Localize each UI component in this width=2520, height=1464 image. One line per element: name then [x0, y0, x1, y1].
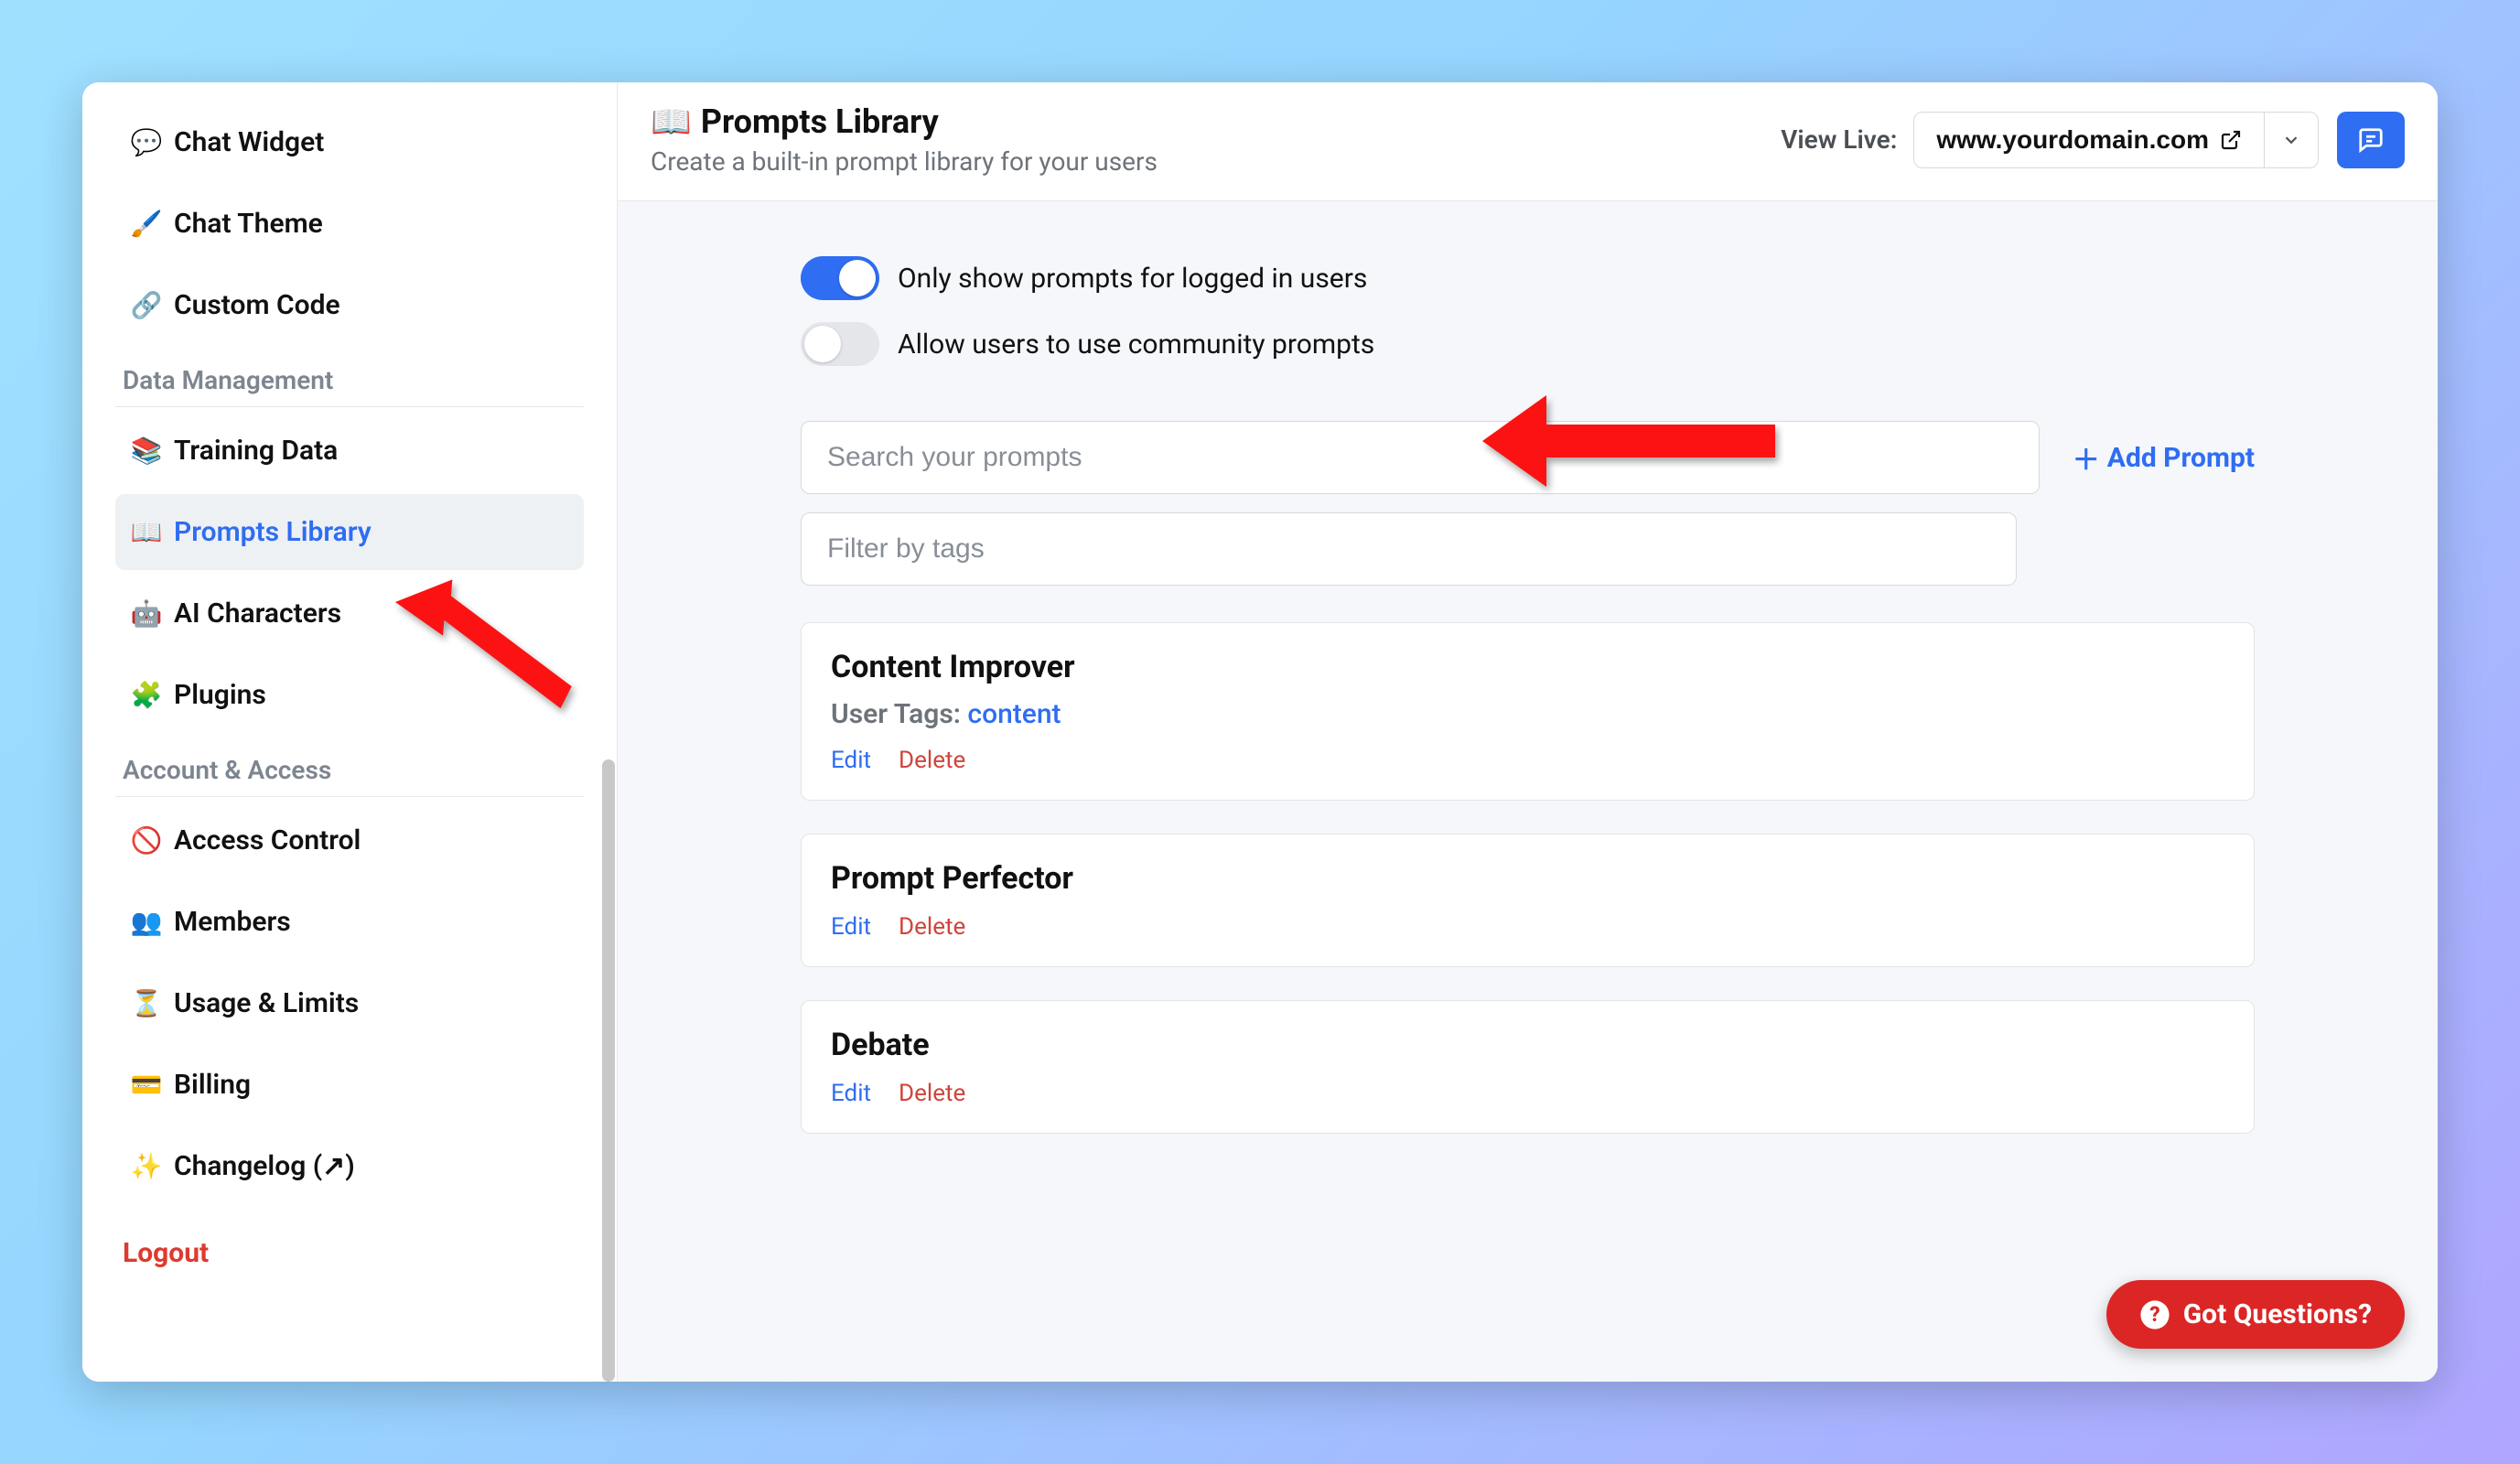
user-tag[interactable]: content	[967, 698, 1061, 730]
edit-button[interactable]: Edit	[831, 1080, 871, 1107]
toggle-only-logged-in[interactable]	[801, 256, 879, 300]
domain-text: www.yourdomain.com	[1936, 125, 2209, 155]
tags-filter-input[interactable]	[801, 512, 2017, 586]
add-prompt-button[interactable]: ＋ Add Prompt	[2073, 437, 2255, 478]
changelog-icon: ✨	[130, 1151, 163, 1181]
got-questions-label: Got Questions?	[2183, 1298, 2372, 1330]
prompts-library-icon: 📖	[130, 517, 163, 547]
card-actions: Edit Delete	[831, 913, 2224, 941]
sidebar-item-access-control[interactable]: 🚫 Access Control	[115, 802, 584, 878]
toggle-knob	[839, 260, 876, 296]
toggle-only-logged-in-row: Only show prompts for logged in users	[801, 256, 2255, 300]
topbar: 📖 Prompts Library Create a built-in prom…	[618, 82, 2438, 201]
prompt-card: Content Improver User Tags: content Edit…	[801, 622, 2255, 801]
sidebar-item-label: Access Control	[174, 824, 361, 856]
section-account-access: Account & Access	[115, 733, 584, 797]
chat-widget-icon: 💬	[130, 127, 163, 157]
custom-code-icon: 🔗	[130, 290, 163, 320]
sidebar-item-ai-characters[interactable]: 🤖 AI Characters	[115, 576, 584, 651]
sidebar-item-label: Custom Code	[174, 289, 340, 321]
view-live-domain-button[interactable]: www.yourdomain.com	[1913, 112, 2265, 168]
chat-icon	[2357, 126, 2385, 154]
main: 📖 Prompts Library Create a built-in prom…	[617, 82, 2438, 1382]
plus-icon: ＋	[2073, 437, 2100, 478]
app-window: 💬 Chat Widget 🖌️ Chat Theme 🔗 Custom Cod…	[82, 82, 2438, 1382]
domain-dropdown-button[interactable]	[2265, 112, 2319, 168]
sidebar-item-label: Training Data	[174, 435, 338, 467]
access-control-icon: 🚫	[130, 825, 163, 856]
sidebar-item-custom-code[interactable]: 🔗 Custom Code	[115, 267, 584, 343]
chat-theme-icon: 🖌️	[130, 209, 163, 239]
sidebar-item-label: Chat Theme	[174, 208, 323, 240]
page-title-icon: 📖	[651, 102, 692, 141]
chevron-down-icon	[2281, 130, 2301, 150]
user-tags-label: User Tags:	[831, 698, 961, 730]
user-tags-line: User Tags: content	[831, 698, 2224, 730]
card-actions: Edit Delete	[831, 1080, 2224, 1107]
sidebar-item-usage-limits[interactable]: ⏳ Usage & Limits	[115, 965, 584, 1041]
sidebar-item-label: Members	[174, 906, 291, 938]
chat-button[interactable]	[2337, 112, 2405, 168]
usage-limits-icon: ⏳	[130, 988, 163, 1018]
sidebar-item-billing[interactable]: 💳 Billing	[115, 1047, 584, 1123]
sidebar-item-label: Chat Widget	[174, 126, 324, 158]
page-title: 📖 Prompts Library	[651, 102, 1158, 141]
prompt-card: Prompt Perfector Edit Delete	[801, 834, 2255, 967]
delete-button[interactable]: Delete	[899, 913, 965, 941]
toggle-community-label: Allow users to use community prompts	[898, 328, 1374, 361]
sidebar-item-chat-widget[interactable]: 💬 Chat Widget	[115, 104, 584, 180]
prompt-card: Debate Edit Delete	[801, 1000, 2255, 1134]
sidebar-item-plugins[interactable]: 🧩 Plugins	[115, 657, 584, 733]
sidebar-item-label: Plugins	[174, 679, 266, 711]
search-input[interactable]	[801, 421, 2040, 494]
sidebar-item-chat-theme[interactable]: 🖌️ Chat Theme	[115, 186, 584, 262]
help-icon: ?	[2139, 1299, 2170, 1330]
page-subtitle: Create a built-in prompt library for you…	[651, 146, 1158, 177]
edit-button[interactable]: Edit	[831, 913, 871, 941]
search-row: ＋ Add Prompt	[801, 421, 2255, 494]
svg-text:?: ?	[2149, 1302, 2159, 1327]
sidebar-item-changelog[interactable]: ✨ Changelog (↗)	[115, 1128, 584, 1204]
sidebar-item-label: Billing	[174, 1069, 251, 1101]
prompt-title: Content Improver	[831, 649, 2224, 685]
sidebar-scrollbar-thumb[interactable]	[602, 759, 615, 1382]
toggle-community-row: Allow users to use community prompts	[801, 322, 2255, 366]
content: Only show prompts for logged in users Al…	[618, 201, 2438, 1382]
card-actions: Edit Delete	[831, 747, 2224, 774]
view-live-label: View Live:	[1781, 124, 1897, 155]
prompt-title: Prompt Perfector	[831, 860, 2224, 897]
sidebar: 💬 Chat Widget 🖌️ Chat Theme 🔗 Custom Cod…	[82, 82, 617, 1382]
ai-characters-icon: 🤖	[130, 598, 163, 629]
add-prompt-label: Add Prompt	[2107, 442, 2255, 474]
logout-button[interactable]: Logout	[115, 1215, 584, 1291]
toggle-knob	[804, 326, 841, 362]
plugins-icon: 🧩	[130, 680, 163, 710]
sidebar-item-label: Usage & Limits	[174, 987, 359, 1019]
sidebar-item-training-data[interactable]: 📚 Training Data	[115, 413, 584, 489]
page-title-text: Prompts Library	[701, 102, 939, 141]
tags-filter-row	[801, 512, 2255, 586]
sidebar-scrollbar[interactable]	[600, 82, 617, 1382]
sidebar-item-prompts-library[interactable]: 📖 Prompts Library	[115, 494, 584, 570]
got-questions-button[interactable]: ? Got Questions?	[2106, 1280, 2405, 1349]
topbar-right: View Live: www.yourdomain.com	[1781, 112, 2405, 168]
sidebar-item-label: Prompts Library	[174, 516, 372, 548]
domain-group: www.yourdomain.com	[1913, 112, 2319, 168]
sidebar-item-label: Changelog (↗)	[174, 1150, 355, 1182]
edit-button[interactable]: Edit	[831, 747, 871, 774]
external-link-icon	[2220, 129, 2242, 151]
prompt-title: Debate	[831, 1027, 2224, 1063]
toggle-only-logged-in-label: Only show prompts for logged in users	[898, 263, 1367, 295]
members-icon: 👥	[130, 907, 163, 937]
billing-icon: 💳	[130, 1070, 163, 1100]
toggle-community-prompts[interactable]	[801, 322, 879, 366]
training-data-icon: 📚	[130, 436, 163, 466]
page-heading: 📖 Prompts Library Create a built-in prom…	[651, 102, 1158, 177]
delete-button[interactable]: Delete	[899, 747, 965, 774]
sidebar-item-members[interactable]: 👥 Members	[115, 884, 584, 960]
delete-button[interactable]: Delete	[899, 1080, 965, 1107]
section-data-management: Data Management	[115, 343, 584, 407]
sidebar-item-label: AI Characters	[174, 597, 341, 630]
